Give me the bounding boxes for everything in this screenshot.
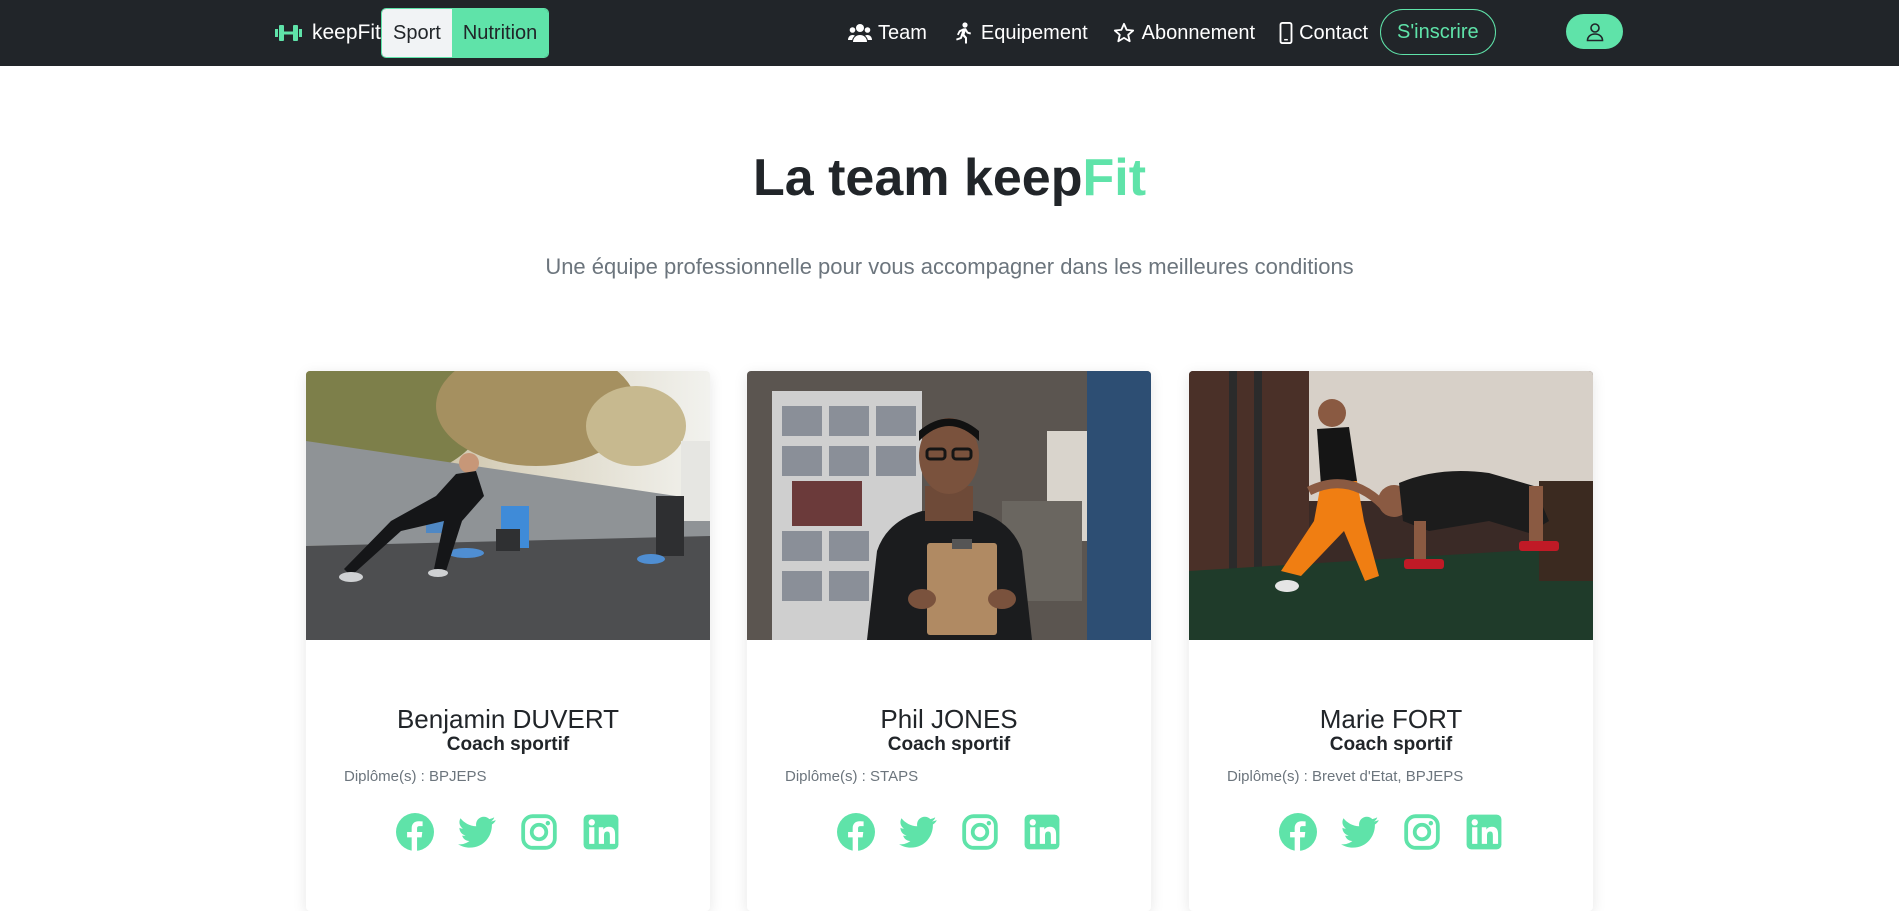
twitter-icon[interactable] bbox=[458, 813, 496, 851]
team-card: Phil JONES Coach sportif Diplôme(s) : ST… bbox=[747, 371, 1151, 911]
coach-name: Phil JONES bbox=[880, 704, 1018, 734]
twitter-icon[interactable] bbox=[899, 813, 937, 851]
twitter-icon[interactable] bbox=[1341, 813, 1379, 851]
people-icon bbox=[848, 24, 872, 42]
person-icon bbox=[1586, 22, 1603, 41]
nav-label-equipement: Equipement bbox=[980, 21, 1088, 44]
instagram-icon[interactable] bbox=[961, 813, 999, 851]
team-card: Benjamin DUVERT Coach sportif Diplôme(s)… bbox=[306, 371, 710, 911]
user-account-button[interactable] bbox=[1566, 14, 1623, 49]
title-main: La team keep bbox=[752, 149, 1083, 207]
coach-photo bbox=[747, 371, 1151, 640]
phone-icon bbox=[1279, 22, 1293, 44]
coach-role: Coach sportif bbox=[446, 734, 570, 755]
facebook-icon[interactable] bbox=[1279, 813, 1317, 851]
team-card: Marie FORT Coach sportif Diplôme(s) : Br… bbox=[1189, 371, 1593, 911]
nav-link-abonnement[interactable]: Abonnement bbox=[1112, 22, 1255, 45]
facebook-icon[interactable] bbox=[837, 813, 875, 851]
navbar: keepFit Sport Nutrition Team Equipement bbox=[0, 0, 1899, 66]
nav-label-team: Team bbox=[878, 21, 927, 44]
instagram-icon[interactable] bbox=[520, 813, 558, 851]
nutrition-mode-button[interactable]: Nutrition bbox=[451, 9, 549, 57]
instagram-icon[interactable] bbox=[1403, 813, 1441, 851]
coach-role: Coach sportif bbox=[1329, 734, 1453, 755]
star-icon bbox=[1113, 22, 1134, 43]
dumbbell-icon bbox=[275, 25, 302, 41]
coach-role: Coach sportif bbox=[887, 734, 1011, 755]
title-accent: Fit bbox=[1082, 149, 1147, 207]
coach-diplomas: Diplôme(s) : STAPS bbox=[785, 768, 919, 785]
sport-mode-button[interactable]: Sport bbox=[382, 9, 452, 57]
coach-photo bbox=[1189, 371, 1593, 640]
linkedin-icon[interactable] bbox=[1023, 813, 1061, 851]
social-links bbox=[1189, 813, 1593, 851]
page-title: La team keepFit bbox=[0, 148, 1899, 208]
linkedin-icon[interactable] bbox=[582, 813, 620, 851]
brand-link[interactable]: keepFit bbox=[275, 0, 381, 66]
nav-label-contact: Contact bbox=[1299, 21, 1369, 44]
coach-diplomas: Diplôme(s) : Brevet d'Etat, BPJEPS bbox=[1227, 768, 1464, 785]
page-subtitle: Une équipe professionnelle pour vous acc… bbox=[545, 254, 1354, 279]
social-links bbox=[306, 813, 710, 851]
coach-diplomas: Diplôme(s) : BPJEPS bbox=[344, 768, 487, 785]
nav-links: Team Equipement Abonnement Contact bbox=[848, 0, 1392, 66]
linkedin-icon[interactable] bbox=[1465, 813, 1503, 851]
brand-name: keepFit bbox=[312, 21, 381, 44]
social-links bbox=[747, 813, 1151, 851]
nav-link-equipement[interactable]: Equipement bbox=[951, 22, 1088, 45]
coach-name: Marie FORT bbox=[1319, 704, 1463, 734]
facebook-icon[interactable] bbox=[396, 813, 434, 851]
mode-toggle: Sport Nutrition bbox=[381, 8, 550, 58]
coach-photo bbox=[306, 371, 710, 640]
signup-button[interactable]: S'inscrire bbox=[1380, 9, 1496, 55]
coach-name: Benjamin DUVERT bbox=[396, 704, 620, 734]
running-person-icon bbox=[956, 22, 971, 44]
nav-label-abonnement: Abonnement bbox=[1141, 21, 1256, 44]
nav-link-contact[interactable]: Contact bbox=[1279, 22, 1368, 45]
nav-link-team[interactable]: Team bbox=[848, 22, 927, 45]
